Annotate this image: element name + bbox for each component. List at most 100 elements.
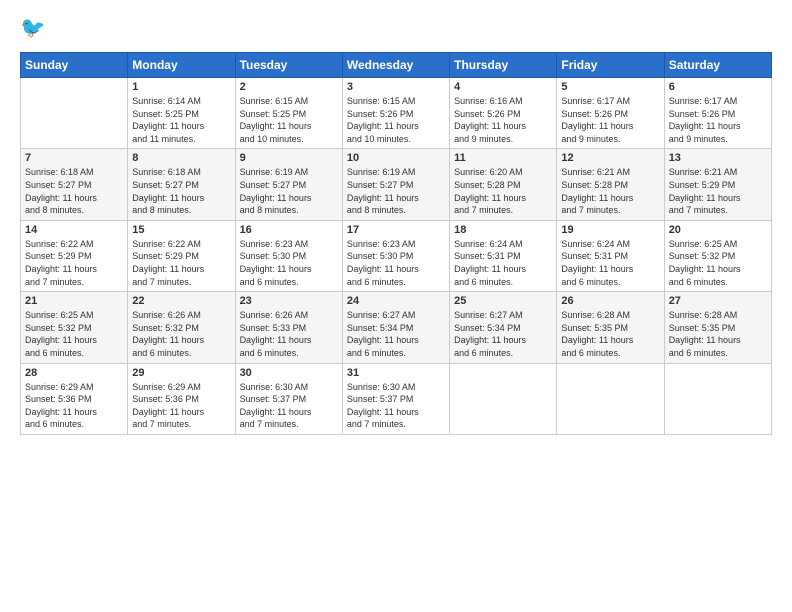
weekday-header-friday: Friday: [557, 53, 664, 78]
day-number: 22: [132, 295, 230, 307]
calendar-cell: 11 Sunrise: 6:20 AMSunset: 5:28 PMDayligh…: [450, 149, 557, 220]
week-row-1: 1Sunrise: 6:14 AMSunset: 5:25 PMDaylight…: [21, 78, 772, 149]
calendar-cell: 3 Sunrise: 6:15 AMSunset: 5:26 PMDaylight…: [342, 78, 449, 149]
day-number: 10: [347, 152, 445, 164]
day-info: Sunrise: 6:24 AMSunset: 5:31 PMDaylight:…: [454, 238, 552, 288]
calendar-cell: [21, 78, 128, 149]
calendar-cell: 24 Sunrise: 6:27 AMSunset: 5:34 PMDayligh…: [342, 292, 449, 363]
day-number: 24: [347, 295, 445, 307]
day-info: Sunrise: 6:19 AMSunset: 5:27 PMDaylight:…: [240, 166, 338, 216]
day-info: Sunrise: 6:15 AMSunset: 5:26 PMDaylight:…: [347, 95, 445, 145]
week-row-5: 28 Sunrise: 6:29 AMSunset: 5:36 PMDayligh…: [21, 363, 772, 434]
calendar-cell: 20 Sunrise: 6:25 AMSunset: 5:32 PMDayligh…: [664, 220, 771, 291]
day-number: 6: [669, 81, 767, 93]
day-info: Sunrise: 6:25 AMSunset: 5:32 PMDaylight:…: [669, 238, 767, 288]
day-number: 13: [669, 152, 767, 164]
day-info: Sunrise: 6:17 AMSunset: 5:26 PMDaylight:…: [561, 95, 659, 145]
calendar-cell: 6Sunrise: 6:17 AMSunset: 5:26 PMDaylight…: [664, 78, 771, 149]
calendar-cell: 10Sunrise: 6:19 AMSunset: 5:27 PMDayligh…: [342, 149, 449, 220]
weekday-header-tuesday: Tuesday: [235, 53, 342, 78]
day-number: 5: [561, 81, 659, 93]
day-info: Sunrise: 6:28 AMSunset: 5:35 PMDaylight:…: [669, 309, 767, 359]
weekday-header-monday: Monday: [128, 53, 235, 78]
logo-icon: 🐦: [20, 16, 48, 44]
calendar-cell: 14 Sunrise: 6:22 AMSunset: 5:29 PMDayligh…: [21, 220, 128, 291]
day-number: 16: [240, 224, 338, 236]
weekday-header-wednesday: Wednesday: [342, 53, 449, 78]
day-number: 29: [132, 367, 230, 379]
calendar-cell: 18 Sunrise: 6:24 AMSunset: 5:31 PMDayligh…: [450, 220, 557, 291]
day-number: 12: [561, 152, 659, 164]
weekday-header-saturday: Saturday: [664, 53, 771, 78]
day-number: 25: [454, 295, 552, 307]
calendar-cell: 15 Sunrise: 6:22 AMSunset: 5:29 PMDayligh…: [128, 220, 235, 291]
day-number: 15: [132, 224, 230, 236]
calendar-cell: [557, 363, 664, 434]
week-row-4: 21 Sunrise: 6:25 AMSunset: 5:32 PMDayligh…: [21, 292, 772, 363]
day-info: Sunrise: 6:30 AMSunset: 5:37 PMDaylight:…: [347, 381, 445, 431]
calendar-cell: 4 Sunrise: 6:16 AMSunset: 5:26 PMDaylight…: [450, 78, 557, 149]
calendar-cell: 7 Sunrise: 6:18 AMSunset: 5:27 PMDaylight…: [21, 149, 128, 220]
day-number: 11: [454, 152, 552, 164]
day-number: 3: [347, 81, 445, 93]
day-number: 27: [669, 295, 767, 307]
calendar-cell: 5 Sunrise: 6:17 AMSunset: 5:26 PMDaylight…: [557, 78, 664, 149]
day-info: Sunrise: 6:30 AMSunset: 5:37 PMDaylight:…: [240, 381, 338, 431]
calendar-table: SundayMondayTuesdayWednesdayThursdayFrid…: [20, 52, 772, 435]
day-info: Sunrise: 6:24 AMSunset: 5:31 PMDaylight:…: [561, 238, 659, 288]
day-info: Sunrise: 6:20 AMSunset: 5:28 PMDaylight:…: [454, 166, 552, 216]
day-number: 30: [240, 367, 338, 379]
weekday-header-row: SundayMondayTuesdayWednesdayThursdayFrid…: [21, 53, 772, 78]
calendar-cell: 12 Sunrise: 6:21 AMSunset: 5:28 PMDayligh…: [557, 149, 664, 220]
day-number: 4: [454, 81, 552, 93]
calendar-cell: 9Sunrise: 6:19 AMSunset: 5:27 PMDaylight…: [235, 149, 342, 220]
calendar-cell: 16 Sunrise: 6:23 AMSunset: 5:30 PMDayligh…: [235, 220, 342, 291]
day-number: 8: [132, 152, 230, 164]
day-number: 7: [25, 152, 123, 164]
day-info: Sunrise: 6:25 AMSunset: 5:32 PMDaylight:…: [25, 309, 123, 359]
logo: 🐦: [20, 16, 52, 44]
calendar-cell: 17Sunrise: 6:23 AMSunset: 5:30 PMDayligh…: [342, 220, 449, 291]
calendar-cell: 22 Sunrise: 6:26 AMSunset: 5:32 PMDayligh…: [128, 292, 235, 363]
day-info: Sunrise: 6:27 AMSunset: 5:34 PMDaylight:…: [347, 309, 445, 359]
weekday-header-sunday: Sunday: [21, 53, 128, 78]
calendar-cell: 27 Sunrise: 6:28 AMSunset: 5:35 PMDayligh…: [664, 292, 771, 363]
day-number: 21: [25, 295, 123, 307]
calendar-cell: 30 Sunrise: 6:30 AMSunset: 5:37 PMDayligh…: [235, 363, 342, 434]
day-info: Sunrise: 6:28 AMSunset: 5:35 PMDaylight:…: [561, 309, 659, 359]
calendar-cell: 26 Sunrise: 6:28 AMSunset: 5:35 PMDayligh…: [557, 292, 664, 363]
day-number: 1: [132, 81, 230, 93]
calendar-cell: [450, 363, 557, 434]
day-number: 19: [561, 224, 659, 236]
day-number: 20: [669, 224, 767, 236]
day-info: Sunrise: 6:22 AMSunset: 5:29 PMDaylight:…: [132, 238, 230, 288]
day-number: 31: [347, 367, 445, 379]
day-info: Sunrise: 6:18 AMSunset: 5:27 PMDaylight:…: [25, 166, 123, 216]
day-info: Sunrise: 6:23 AMSunset: 5:30 PMDaylight:…: [240, 238, 338, 288]
calendar-cell: 8Sunrise: 6:18 AMSunset: 5:27 PMDaylight…: [128, 149, 235, 220]
day-info: Sunrise: 6:22 AMSunset: 5:29 PMDaylight:…: [25, 238, 123, 288]
day-number: 26: [561, 295, 659, 307]
calendar-cell: 31 Sunrise: 6:30 AMSunset: 5:37 PMDayligh…: [342, 363, 449, 434]
day-number: 28: [25, 367, 123, 379]
header: 🐦: [20, 16, 772, 44]
week-row-2: 7 Sunrise: 6:18 AMSunset: 5:27 PMDaylight…: [21, 149, 772, 220]
day-info: Sunrise: 6:15 AMSunset: 5:25 PMDaylight:…: [240, 95, 338, 145]
day-info: Sunrise: 6:29 AMSunset: 5:36 PMDaylight:…: [25, 381, 123, 431]
week-row-3: 14 Sunrise: 6:22 AMSunset: 5:29 PMDayligh…: [21, 220, 772, 291]
day-info: Sunrise: 6:27 AMSunset: 5:34 PMDaylight:…: [454, 309, 552, 359]
page: 🐦 SundayMondayTuesdayWednesdayThursdayFr…: [0, 0, 792, 612]
day-number: 2: [240, 81, 338, 93]
day-number: 18: [454, 224, 552, 236]
day-info: Sunrise: 6:26 AMSunset: 5:32 PMDaylight:…: [132, 309, 230, 359]
calendar-cell: 21 Sunrise: 6:25 AMSunset: 5:32 PMDayligh…: [21, 292, 128, 363]
calendar-cell: 28 Sunrise: 6:29 AMSunset: 5:36 PMDayligh…: [21, 363, 128, 434]
day-info: Sunrise: 6:16 AMSunset: 5:26 PMDaylight:…: [454, 95, 552, 145]
day-number: 17: [347, 224, 445, 236]
day-number: 14: [25, 224, 123, 236]
svg-text:🐦: 🐦: [20, 17, 46, 40]
calendar-cell: [664, 363, 771, 434]
weekday-header-thursday: Thursday: [450, 53, 557, 78]
day-info: Sunrise: 6:21 AMSunset: 5:28 PMDaylight:…: [561, 166, 659, 216]
calendar-cell: 23Sunrise: 6:26 AMSunset: 5:33 PMDayligh…: [235, 292, 342, 363]
